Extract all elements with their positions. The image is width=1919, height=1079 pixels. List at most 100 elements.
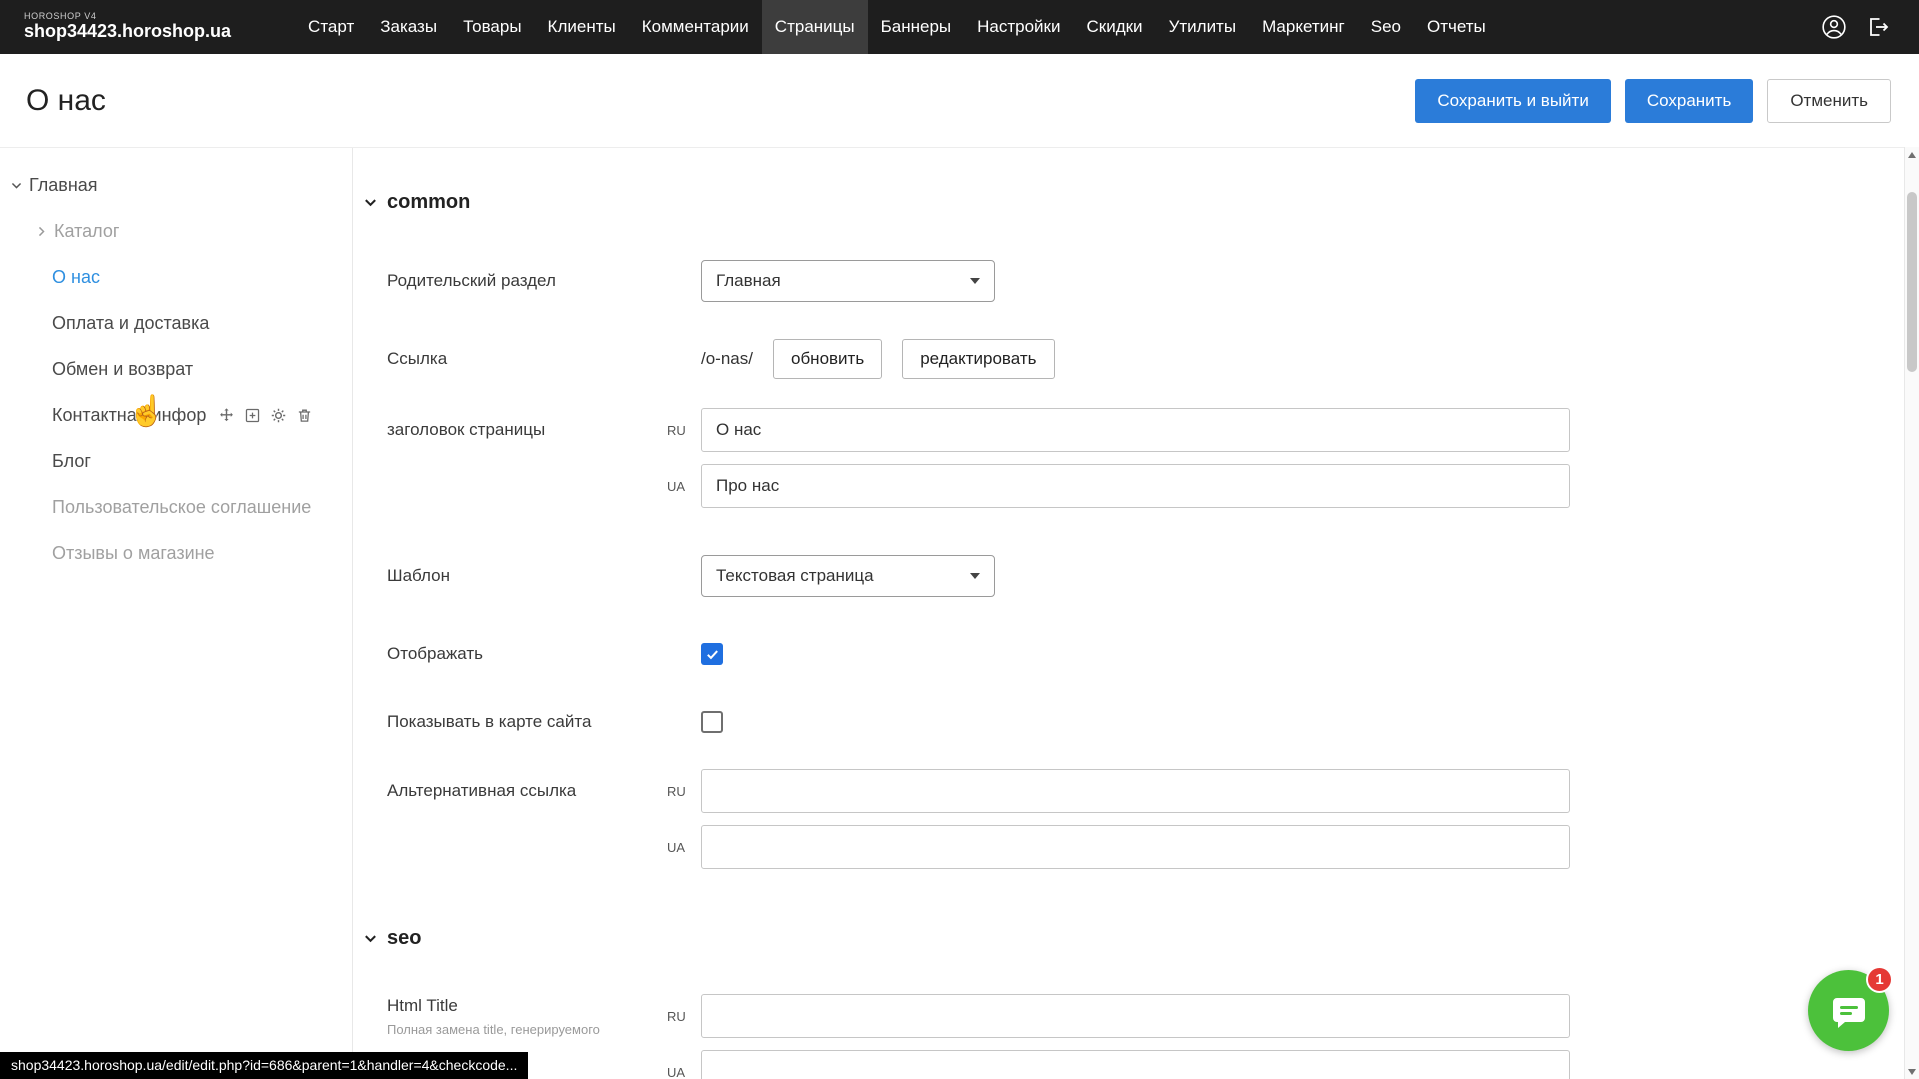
menu-start[interactable]: Старт (295, 0, 367, 54)
menu-reports[interactable]: Отчеты (1414, 0, 1499, 54)
scrollbar-thumb[interactable] (1907, 192, 1917, 372)
tree-label: Пользовательское соглашение (52, 497, 311, 518)
form-row-page-title-ru: заголовок страницы RU (387, 408, 1889, 452)
section-title: seo (387, 927, 421, 950)
cancel-button[interactable]: Отменить (1767, 79, 1891, 123)
altlink-label: Альтернативная ссылка (387, 781, 667, 801)
tree-label: Оплата и доставка (52, 313, 209, 334)
tree-item-katalog[interactable]: Каталог (0, 208, 352, 254)
lang-ru-tag: RU (667, 784, 701, 799)
title-bar: О нас Сохранить и выйти Сохранить Отмени… (0, 54, 1919, 147)
vertical-scrollbar[interactable] (1904, 147, 1919, 1079)
tree-label: Контактная инфор (52, 405, 206, 426)
page-title-ua-input[interactable] (701, 464, 1570, 508)
chevron-right-icon (35, 225, 54, 238)
menu-orders[interactable]: Заказы (367, 0, 450, 54)
link-preview-statusbar: shop34423.horoshop.ua/edit/edit.php?id=6… (0, 1052, 528, 1079)
chevron-down-icon (970, 278, 980, 284)
chevron-down-icon (363, 931, 387, 946)
edit-link-button[interactable]: редактировать (902, 339, 1054, 379)
parent-section-select[interactable]: Главная (701, 260, 995, 302)
navbar-right (1821, 14, 1919, 40)
menu-clients[interactable]: Клиенты (535, 0, 629, 54)
chat-bubble-icon (1829, 991, 1869, 1031)
form-row-display: Отображать (387, 643, 1889, 665)
move-icon[interactable] (218, 407, 235, 424)
settings-gear-icon[interactable] (270, 407, 287, 424)
display-label: Отображать (387, 644, 667, 664)
menu-settings[interactable]: Настройки (964, 0, 1073, 54)
page-title: О нас (26, 84, 106, 118)
scroll-up-arrow[interactable] (1905, 147, 1919, 162)
save-and-exit-button[interactable]: Сохранить и выйти (1415, 79, 1610, 123)
pages-tree-sidebar: Главная Каталог О нас Оплата и доставка … (0, 148, 353, 1079)
form-row-altlink-ru: Альтернативная ссылка RU (387, 769, 1889, 813)
menu-discounts[interactable]: Скидки (1073, 0, 1155, 54)
menu-utilities[interactable]: Утилиты (1156, 0, 1250, 54)
tree-item-oplata[interactable]: Оплата и доставка (0, 300, 352, 346)
lang-ru-tag: RU (667, 423, 701, 438)
form-row-htmltitle-ru: Html Title Полная замена title, генериру… (387, 994, 1889, 1038)
menu-products[interactable]: Товары (450, 0, 534, 54)
chat-unread-badge: 1 (1866, 966, 1893, 993)
form-row-altlink-ua: UA (387, 825, 1889, 869)
delete-trash-icon[interactable] (296, 407, 313, 424)
tree-item-otzyvy[interactable]: Отзывы о магазине (0, 530, 352, 576)
form-row-page-title-ua: UA (387, 464, 1889, 508)
tree-item-glavnaya[interactable]: Главная (0, 162, 352, 208)
html-title-label: Html Title (387, 996, 667, 1016)
section-common[interactable]: common (363, 188, 1889, 216)
lang-ru-tag: RU (667, 1009, 701, 1024)
lang-ua-tag: UA (667, 479, 701, 494)
page-title-ru-input[interactable] (701, 408, 1570, 452)
display-checkbox[interactable] (701, 643, 723, 665)
menu-pages[interactable]: Страницы (762, 0, 868, 54)
refresh-link-button[interactable]: обновить (773, 339, 882, 379)
chevron-down-icon (10, 179, 29, 192)
user-icon[interactable] (1821, 14, 1847, 40)
menu-banners[interactable]: Баннеры (868, 0, 965, 54)
logout-icon[interactable] (1865, 14, 1891, 40)
logo[interactable]: HOROSHOP V4 shop34423.horoshop.ua (0, 12, 231, 42)
tree-item-o-nas[interactable]: О нас (0, 254, 352, 300)
tree-label: Блог (52, 451, 91, 472)
select-value: Главная (716, 271, 781, 291)
page-edit-form: common Родительский раздел Главная Ссылк… (353, 148, 1919, 1079)
select-value: Текстовая страница (716, 566, 874, 586)
form-row-link: Ссылка /o-nas/ обновить редактировать (387, 339, 1889, 379)
section-seo[interactable]: seo (363, 924, 1889, 952)
html-title-ru-input[interactable] (701, 994, 1570, 1038)
chat-widget-button[interactable]: 1 (1808, 970, 1889, 1051)
form-row-template: Шаблон Текстовая страница (387, 555, 1889, 597)
altlink-ua-input[interactable] (701, 825, 1570, 869)
sitemap-label: Показывать в карте сайта (387, 712, 667, 732)
section-title: common (387, 191, 470, 214)
tree-item-kontaktnaya[interactable]: Контактная инфор (0, 392, 352, 438)
tree-item-actions (218, 407, 313, 424)
tree-label: Каталог (54, 221, 119, 242)
lang-ua-tag: UA (667, 1065, 701, 1079)
menu-marketing[interactable]: Маркетинг (1249, 0, 1358, 54)
html-title-ua-input[interactable] (701, 1050, 1570, 1079)
template-select[interactable]: Текстовая страница (701, 555, 995, 597)
menu-seo[interactable]: Seo (1358, 0, 1414, 54)
tree-item-polzovatelskoe[interactable]: Пользовательское соглашение (0, 484, 352, 530)
link-label: Ссылка (387, 349, 667, 369)
page-title-label: заголовок страницы (387, 420, 667, 440)
title-actions: Сохранить и выйти Сохранить Отменить (1415, 79, 1891, 123)
tree-item-obmen[interactable]: Обмен и возврат (0, 346, 352, 392)
add-page-icon[interactable] (244, 407, 261, 424)
menu-comments[interactable]: Комментарии (629, 0, 762, 54)
tree-label: Главная (29, 175, 98, 196)
tree-label: Обмен и возврат (52, 359, 193, 380)
sitemap-checkbox[interactable] (701, 711, 723, 733)
form-row-parent: Родительский раздел Главная (387, 260, 1889, 302)
tree-label: Отзывы о магазине (52, 543, 215, 564)
tree-item-blog[interactable]: Блог (0, 438, 352, 484)
template-label: Шаблон (387, 566, 667, 586)
page-url-value: /o-nas/ (701, 349, 753, 369)
scroll-down-arrow[interactable] (1905, 1064, 1919, 1079)
chevron-down-icon (363, 195, 387, 210)
altlink-ru-input[interactable] (701, 769, 1570, 813)
save-button[interactable]: Сохранить (1625, 79, 1753, 123)
